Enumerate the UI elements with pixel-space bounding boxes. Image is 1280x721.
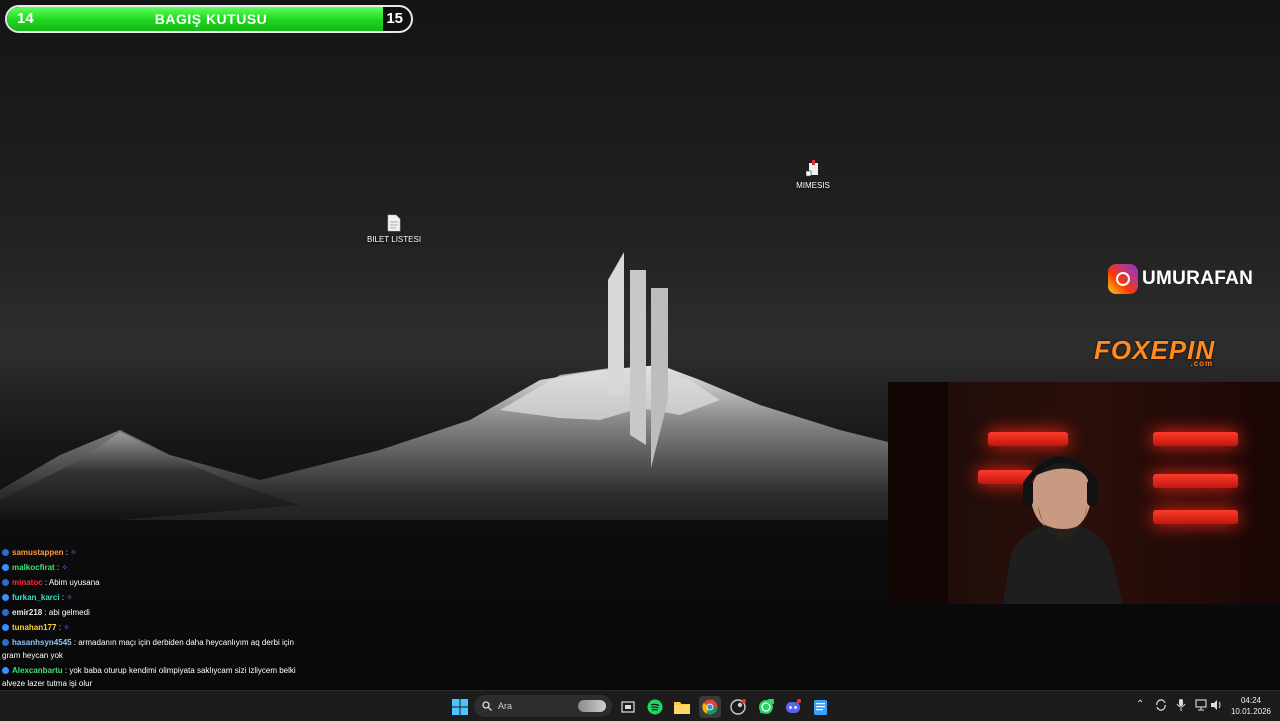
chat-message: minatoc : Abim uyusana	[2, 575, 302, 590]
sponsor-logo: FOXEPIN .com	[1094, 335, 1215, 368]
sync-icon[interactable]	[1155, 699, 1167, 711]
whatsapp-button[interactable]	[755, 696, 777, 718]
desktop-icon-label: MIMESIS	[796, 181, 830, 190]
instagram-handle: UMURAFAN	[1142, 268, 1254, 289]
chat-emote-icon: ✧	[61, 563, 69, 572]
instagram-overlay: UMURAFAN	[1108, 264, 1253, 294]
text-file-icon	[387, 214, 401, 232]
chat-message: malkocfirat : ✧	[2, 560, 302, 575]
microphone-icon[interactable]	[1176, 699, 1186, 711]
discord-icon	[786, 699, 801, 713]
instagram-icon	[1108, 264, 1138, 294]
chat-badge-icon	[2, 639, 9, 647]
search-placeholder: Ara	[498, 701, 513, 711]
game-shortcut-icon	[806, 160, 818, 177]
webcam-shelf-light	[1153, 474, 1238, 488]
chat-username: emir218	[12, 608, 43, 617]
chat-emote-icon: ✧	[70, 548, 77, 557]
chrome-icon	[702, 699, 718, 715]
streamer-silhouette	[1003, 455, 1123, 604]
chat-username: samustappen	[12, 548, 64, 557]
webcam-overlay	[888, 382, 1280, 604]
notepad-icon	[813, 700, 827, 715]
chat-message: samustappen : ✧	[2, 545, 302, 560]
taskbar-clock[interactable]: 04:24 10.01.2026	[1226, 695, 1276, 717]
chat-username: furkan_karci	[12, 593, 60, 602]
start-button[interactable]	[449, 696, 471, 718]
webcam-shelf-light	[1153, 432, 1238, 446]
chat-emote-icon: ✧	[63, 623, 70, 632]
whatsapp-icon	[759, 699, 774, 714]
webcam-wall	[888, 382, 948, 604]
chat-username: malkocfirat	[12, 563, 55, 572]
chat-badge-icon	[2, 609, 9, 617]
chat-message: Alexcanbartu : yok baba oturup kendimi o…	[2, 663, 302, 691]
search-highlight-icon	[578, 700, 606, 712]
chat-username: tunahan177	[12, 623, 57, 632]
task-view-button[interactable]	[617, 696, 639, 718]
chrome-button[interactable]	[699, 696, 721, 718]
clock-date: 10.01.2026	[1230, 707, 1272, 716]
chat-username: minatoc	[12, 578, 43, 587]
spotify-icon	[647, 699, 663, 715]
chat-badge-icon	[2, 624, 9, 632]
chat-badge-icon	[2, 594, 9, 602]
desktop-icon-bilet-listesi[interactable]: BILET LISTESI	[359, 214, 429, 244]
steam-button[interactable]	[727, 696, 749, 718]
clock-time: 04:24	[1240, 696, 1262, 705]
donation-goal-bar: 14 BAGIŞ KUTUSU 15	[5, 5, 413, 33]
discord-button[interactable]	[782, 696, 804, 718]
taskbar-search-box[interactable]: Ara	[474, 695, 612, 717]
wallpaper-logo	[608, 252, 668, 468]
search-icon	[482, 701, 492, 711]
notepad-button[interactable]	[809, 696, 831, 718]
file-explorer-button[interactable]	[671, 696, 693, 718]
steam-icon	[730, 699, 746, 715]
chat-separator: :	[42, 608, 49, 617]
chat-username: Alexcanbartu	[12, 666, 63, 675]
desktop-icon-mimesis[interactable]: MIMESIS	[778, 160, 848, 190]
webcam-shelf-light	[1153, 510, 1238, 524]
chat-text: Abim uyusana	[48, 578, 100, 587]
chat-badge-icon	[2, 667, 9, 675]
chat-badge-icon	[2, 549, 9, 557]
taskbar: Ara ⌃ 04:24 10.01.2026	[0, 690, 1280, 721]
chat-badge-icon	[2, 579, 9, 587]
spotify-button[interactable]	[644, 696, 666, 718]
speaker-icon[interactable]	[1210, 699, 1222, 711]
donation-end-value: 15	[386, 10, 403, 27]
chat-message: furkan_karci : ✧	[2, 590, 302, 605]
chat-message: hasanhsyn4545 : armadanın maçı için derb…	[2, 635, 302, 663]
chat-text: abi gelmedi	[48, 608, 90, 617]
chevron-up-icon[interactable]: ⌃	[1136, 699, 1144, 710]
donation-title: BAGIŞ KUTUSU	[154, 11, 268, 27]
task-view-icon	[621, 701, 635, 713]
network-icon[interactable]	[1195, 699, 1207, 711]
desktop-icon-label: BILET LISTESI	[366, 235, 422, 244]
sponsor-suffix: .com	[1190, 359, 1214, 368]
chat-emote-icon: ✧	[66, 593, 73, 602]
chat-badge-icon	[2, 564, 9, 572]
windows-start-icon	[452, 699, 468, 715]
file-explorer-icon	[674, 702, 690, 714]
chat-username: hasanhsyn4545	[12, 638, 72, 647]
chat-message: emir218 : abi gelmedi	[2, 605, 302, 620]
chat-message: tunahan177 : ✧	[2, 620, 302, 635]
